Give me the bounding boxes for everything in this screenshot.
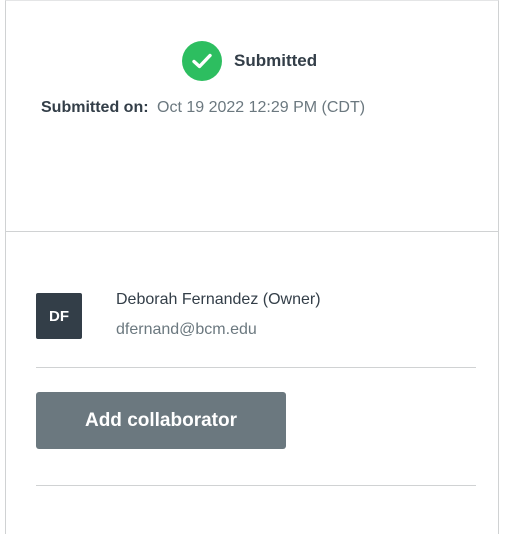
checkmark-glyph [192,53,212,69]
divider [36,367,476,368]
owner-row: DF Deborah Fernandez (Owner) dfernand@bc… [36,291,476,339]
submitted-on-row: Submitted on: Oct 19 2022 12:29 PM (CDT) [41,99,365,117]
submitted-on-label: Submitted on: [41,99,149,116]
submission-panel: Submitted Submitted on: Oct 19 2022 12:2… [5,0,499,534]
add-collaborator-button[interactable]: Add collaborator [36,392,286,449]
check-circle-icon [182,41,222,81]
owner-email: dfernand@bcm.edu [116,321,257,338]
owner-name: Deborah Fernandez (Owner) [116,291,321,308]
status-label: Submitted [234,51,318,70]
submitted-on-value: Oct 19 2022 12:29 PM (CDT) [157,99,366,116]
divider [36,485,476,486]
status-indicator: Submitted [182,41,317,81]
avatar: DF [36,293,82,339]
status-section: Submitted Submitted on: Oct 19 2022 12:2… [6,1,498,232]
